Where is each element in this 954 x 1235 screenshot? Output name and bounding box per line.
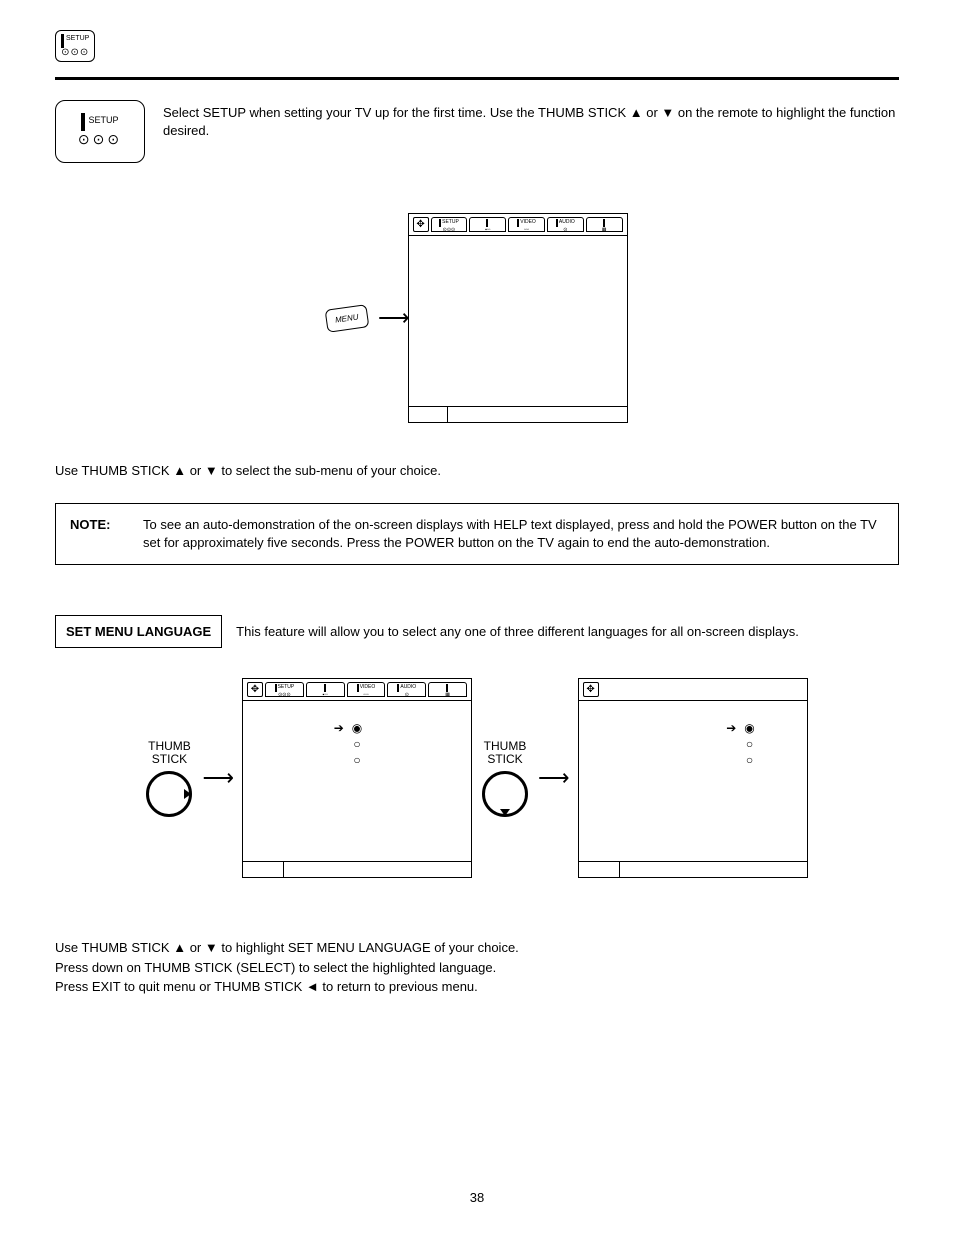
intro-text: Select SETUP when setting your TV up for… — [163, 100, 899, 140]
tab-misc: ▦ — [586, 217, 623, 232]
label: SETUP — [66, 35, 89, 42]
tab-video: VIDEO▫▫▫ — [347, 682, 386, 697]
language-diagram: THUMB STICK ⟶ ✥ SETUP⊙⊙⊙ ▪▫▫ VIDEO▫▫▫ AU… — [55, 678, 899, 878]
pointer-icon: ➔ — [726, 721, 736, 735]
line2: Press down on THUMB STICK (SELECT) to se… — [55, 958, 899, 978]
tv-screen-lang2: ✥ SETUP⊙⊙⊙ ➔ ◉ ○ ○ — [578, 678, 808, 878]
radio-list: ➔ ◉ ○ ○ — [352, 721, 362, 768]
tab-audio: AUDIO⊙ — [547, 217, 584, 232]
move-icon: ✥ — [247, 682, 263, 697]
setup-corner-icon: SETUP ⊙⊙⊙ — [55, 30, 95, 62]
label: THUMB STICK — [482, 740, 528, 766]
divider — [55, 77, 899, 80]
menu-button-icon: MENU — [325, 304, 369, 333]
radio-selected-icon: ◉ — [352, 721, 362, 737]
radio-icon: ○ — [744, 753, 754, 769]
arrow-right-icon: ⟶ — [538, 765, 568, 791]
move-icon: ✥ — [583, 682, 599, 697]
intro-row: SETUP ⊙⊙⊙ Select SETUP when setting your… — [55, 100, 899, 163]
tab-blank: ▪▫▫ — [469, 217, 506, 232]
page-number: 38 — [470, 1190, 484, 1205]
radio-icon: ○ — [352, 753, 362, 769]
setup-icon-large: SETUP ⊙⊙⊙ — [55, 100, 145, 163]
note-label: NOTE: — [70, 516, 125, 552]
final-instructions: Use THUMB STICK ▲ or ▼ to highlight SET … — [55, 938, 899, 997]
thumbstick-circle-icon — [146, 771, 192, 817]
move-icon: ✥ — [413, 217, 429, 232]
menu-diagram: MENU ⟶ ✥ SETUP⊙⊙⊙ ▪▫▫ VIDEO▫▫▫ AUDIO⊙ ▦ — [55, 213, 899, 423]
line1: Use THUMB STICK ▲ or ▼ to highlight SET … — [55, 938, 899, 958]
section-title: SET MENU LANGUAGE — [55, 615, 222, 648]
radio-icon: ○ — [352, 737, 362, 753]
note-text: To see an auto-demonstration of the on-s… — [143, 516, 884, 552]
tab-video: VIDEO▫▫▫ — [508, 217, 545, 232]
instruction-submenu: Use THUMB STICK ▲ or ▼ to select the sub… — [55, 463, 899, 478]
label: SETUP — [88, 115, 118, 125]
radio-list: ➔ ◉ ○ ○ — [744, 721, 754, 768]
section-desc: This feature will allow you to select an… — [236, 624, 799, 639]
thumbstick-circle-icon — [482, 771, 528, 817]
line3: Press EXIT to quit menu or THUMB STICK ◄… — [55, 977, 899, 997]
arrow-right-icon: ⟶ — [202, 765, 232, 791]
tab-misc: ▦ — [428, 682, 467, 697]
radio-selected-icon: ◉ — [744, 721, 754, 737]
tv-screen: ✥ SETUP⊙⊙⊙ ▪▫▫ VIDEO▫▫▫ AUDIO⊙ ▦ — [408, 213, 628, 423]
tab-setup: SETUP⊙⊙⊙ — [431, 217, 468, 232]
radio-icon: ○ — [744, 737, 754, 753]
label: THUMB STICK — [146, 740, 192, 766]
tab-audio: AUDIO⊙ — [387, 682, 426, 697]
tab-setup: SETUP⊙⊙⊙ — [265, 682, 304, 697]
tv-screen-lang1: ✥ SETUP⊙⊙⊙ ▪▫▫ VIDEO▫▫▫ AUDIO⊙ ▦ ➔ ◉ ○ ○ — [242, 678, 472, 878]
arrow-right-icon: ⟶ — [378, 305, 408, 331]
pointer-icon: ➔ — [334, 721, 344, 735]
tab-blank: ▪▫▫ — [306, 682, 345, 697]
thumb-stick-right: THUMB STICK — [146, 740, 192, 816]
note-box: NOTE: To see an auto-demonstration of th… — [55, 503, 899, 565]
thumb-stick-down: THUMB STICK — [482, 740, 528, 816]
section-row: SET MENU LANGUAGE This feature will allo… — [55, 615, 899, 648]
